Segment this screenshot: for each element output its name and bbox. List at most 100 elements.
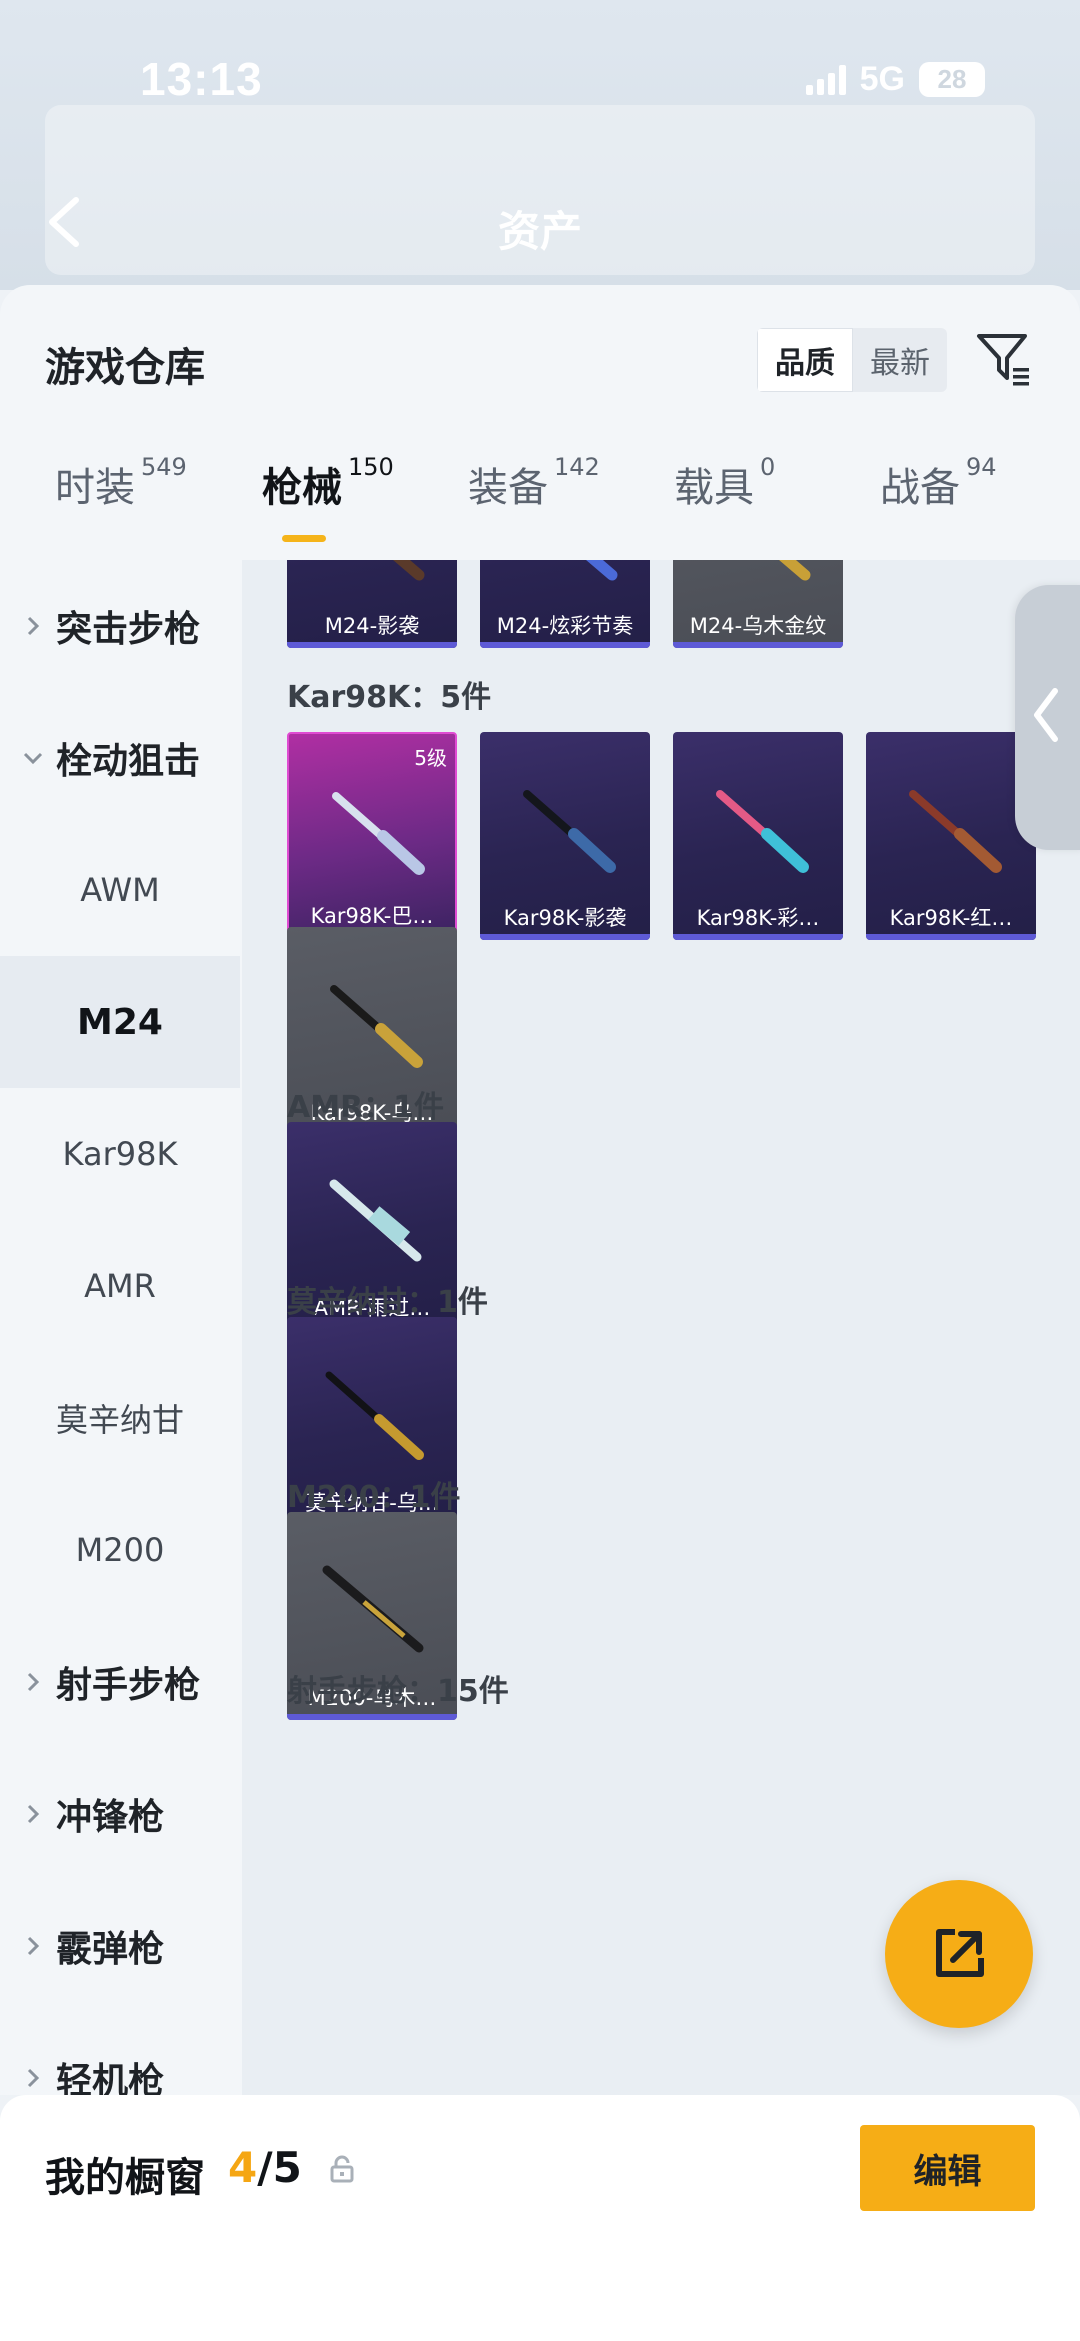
- sidebar-item-lmg[interactable]: 轻机枪: [0, 2012, 240, 2095]
- side-panel-handle[interactable]: [1015, 585, 1080, 850]
- item-card-kar98k-legend[interactable]: 5级 Kar98K-巴…: [287, 732, 457, 940]
- rifle-icon: [779, 560, 811, 581]
- rarity-bar: [480, 642, 650, 648]
- tab-supplies[interactable]: 战备 94: [880, 453, 997, 513]
- rifle-icon: [393, 560, 425, 581]
- sidebar-item-label: 莫辛纳甘: [55, 1401, 184, 1439]
- rarity-bar: [673, 642, 843, 648]
- sidebar-item-amr[interactable]: AMR: [0, 1220, 240, 1352]
- showcase-label: 我的橱窗: [45, 2155, 205, 2201]
- rifle-icon: [909, 790, 1002, 873]
- rifle-icon: [322, 1565, 424, 1653]
- sidebar-item-m200[interactable]: M200: [0, 1484, 240, 1616]
- rifle-icon: [330, 985, 423, 1068]
- item-name: Kar98K-彩…: [696, 906, 820, 930]
- share-button[interactable]: [885, 1880, 1033, 2028]
- tab-firearms[interactable]: 枪械 150: [262, 453, 394, 513]
- item-card-kar98k-shadow[interactable]: Kar98K-影袭: [480, 732, 650, 940]
- sidebar-item-bolt-sniper[interactable]: 栓动狙击: [0, 692, 240, 824]
- sidebar-item-smg[interactable]: 冲锋枪: [0, 1748, 240, 1880]
- sidebar-item-label: 冲锋枪: [56, 1797, 165, 1838]
- item-name: M24-乌木金纹: [689, 614, 827, 638]
- status-indicators: 5G 28: [805, 60, 985, 99]
- chevron-right-icon: [27, 1672, 40, 1692]
- rarity-bar: [480, 934, 650, 940]
- warehouse-sheet: 游戏仓库 品质 最新 时装 549 枪械 150 装备 142 载具 0 战备 …: [0, 285, 1080, 2095]
- sheet-title: 游戏仓库: [45, 345, 205, 391]
- showcase-total: /5: [257, 2143, 302, 2192]
- chevron-right-icon: [27, 2068, 40, 2088]
- tab-fashion[interactable]: 时装 549: [55, 453, 187, 513]
- tab-count: 150: [348, 453, 394, 481]
- item-name: M24-炫彩节奏: [496, 614, 634, 638]
- tab-label: 时装: [55, 465, 135, 511]
- sidebar-item-mosin[interactable]: 莫辛纳甘: [0, 1352, 240, 1484]
- chevron-down-icon: [23, 752, 43, 765]
- sidebar-item-label: 栓动狙击: [56, 741, 201, 782]
- section-label-kar98k: Kar98K：5件: [287, 680, 492, 715]
- sidebar-item-label: 轻机枪: [56, 2061, 165, 2095]
- sort-quality-button[interactable]: 品质: [757, 328, 853, 392]
- edit-button[interactable]: 编辑: [860, 2125, 1035, 2211]
- tab-label: 载具: [674, 465, 754, 511]
- sidebar-item-awm[interactable]: AWM: [0, 824, 240, 956]
- sidebar-item-label: 霰弹枪: [56, 1929, 165, 1970]
- sidebar-item-label: 突击步枪: [56, 609, 201, 650]
- battery-icon: 28: [919, 62, 985, 97]
- tab-label: 战备: [880, 465, 960, 511]
- weapon-category-sidebar: 突击步枪 栓动狙击 AWM M24 Kar98K AMR 莫辛纳甘 M200 射…: [0, 560, 240, 2095]
- sidebar-item-label: AMR: [84, 1267, 156, 1305]
- tab-count: 0: [760, 453, 776, 481]
- share-icon: [936, 1929, 984, 1977]
- status-time: 13:13: [140, 53, 263, 105]
- sidebar-item-kar98k[interactable]: Kar98K: [0, 1088, 240, 1220]
- sidebar-item-marksman-rifle[interactable]: 射手步枪: [0, 1616, 240, 1748]
- section-label-m200: M200：1件: [287, 1480, 461, 1515]
- rarity-bar: [866, 934, 1036, 940]
- section-label-marksman: 射手步枪：15件: [287, 1674, 509, 1709]
- chevron-right-icon: [27, 616, 40, 636]
- rifle-icon: [523, 790, 616, 873]
- rarity-bar: [287, 642, 457, 648]
- showcase-bar: 我的橱窗 4/5 编辑: [0, 2095, 1080, 2341]
- item-name: Kar98K-巴…: [310, 904, 434, 928]
- tab-label: 枪械: [262, 465, 342, 511]
- page-title: 资产: [497, 207, 582, 256]
- lock-icon: [330, 2155, 354, 2183]
- section-label-amr: AMR：1件: [287, 1090, 445, 1125]
- rifle-icon: [325, 1371, 424, 1460]
- tab-label: 装备: [468, 465, 548, 511]
- tab-equipment[interactable]: 装备 142: [468, 453, 600, 513]
- rifle-icon: [332, 792, 425, 875]
- filter-icon[interactable]: [975, 330, 1033, 388]
- tab-count: 549: [141, 453, 187, 481]
- sidebar-item-label: Kar98K: [62, 1135, 178, 1173]
- signal-icon: [805, 64, 846, 95]
- rifle-icon: [329, 1179, 422, 1262]
- tab-count: 94: [966, 453, 997, 481]
- item-card-m24-ebony[interactable]: M24-乌木金纹: [673, 560, 843, 648]
- rifle-icon: [716, 790, 809, 873]
- sidebar-item-label: M24: [77, 1001, 163, 1043]
- active-tab-indicator: [282, 535, 326, 542]
- item-card-kar98k-red[interactable]: Kar98K-红…: [866, 732, 1036, 940]
- showcase-current: 4: [228, 2143, 258, 2192]
- item-card-m24-rhythm[interactable]: M24-炫彩节奏: [480, 560, 650, 648]
- weapon-list: M24-影袭 M24-炫彩节奏 M24-乌木金纹 Kar98K：5件 5级 Ka…: [242, 560, 1080, 2095]
- chevron-left-icon: [1034, 688, 1058, 742]
- network-type: 5G: [859, 60, 905, 98]
- sidebar-item-assault-rifle[interactable]: 突击步枪: [0, 560, 240, 692]
- sidebar-item-label: AWM: [80, 871, 160, 909]
- sort-newest-button[interactable]: 最新: [853, 328, 947, 392]
- item-level-badge: 5级: [414, 746, 447, 770]
- item-name: M24-影袭: [324, 614, 420, 638]
- item-name: Kar98K-影袭: [503, 906, 627, 930]
- chevron-right-icon: [27, 1936, 40, 1956]
- sidebar-item-label: M200: [75, 1531, 165, 1569]
- item-card-m24-shadow[interactable]: M24-影袭: [287, 560, 457, 648]
- sidebar-item-m24[interactable]: M24: [0, 956, 240, 1088]
- tab-vehicles[interactable]: 载具 0: [674, 453, 776, 513]
- sidebar-item-shotgun[interactable]: 霰弹枪: [0, 1880, 240, 2012]
- category-tabs: 时装 549 枪械 150 装备 142 载具 0 战备 94: [0, 453, 1080, 545]
- item-card-kar98k-color[interactable]: Kar98K-彩…: [673, 732, 843, 940]
